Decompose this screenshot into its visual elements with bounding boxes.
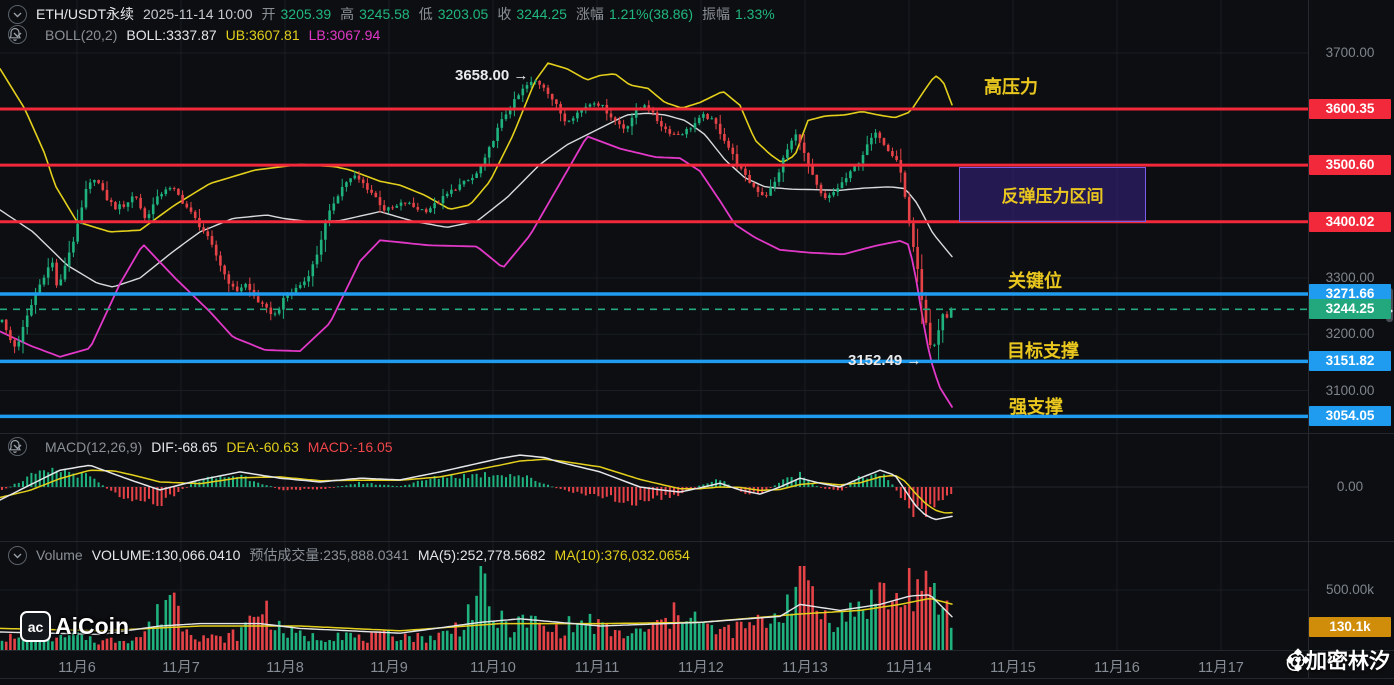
macd-header-row: MACD(12,26,9) DIF:-68.65 DEA:-60.63 MACD… <box>8 437 393 456</box>
volume-header-row: Volume VOLUME:130,066.0410 预估成交量:235,888… <box>8 545 690 565</box>
volume-tick: 500.00k <box>1325 582 1375 597</box>
volume-estimate: 预估成交量:235,888.0341 <box>249 547 409 563</box>
date-label: 11月16 <box>1094 660 1140 676</box>
ohlc-low: 低 3203.05 <box>418 6 489 22</box>
boll-ub-value: UB:3607.81 <box>225 26 300 43</box>
boll-name[interactable]: BOLL(20,2) <box>45 27 117 43</box>
boll-lb-value: LB:3067.94 <box>308 26 381 43</box>
date-label: 11月15 <box>990 660 1036 676</box>
strong-support-label: 强支撑 <box>1009 397 1063 417</box>
macd-zero-tick: 0.00 <box>1336 479 1364 494</box>
date-label: 11月8 <box>266 660 304 676</box>
rebound-zone-label: 反弹压力区间 <box>1001 187 1104 206</box>
diamond-logo-icon <box>1285 648 1310 672</box>
price-tick: 3700.00 <box>1325 45 1375 60</box>
ohlc-high: 高 3245.58 <box>340 6 410 22</box>
resistance-price-label: 3400.02 <box>1309 211 1391 232</box>
target-support-label: 目标支撑 <box>1007 341 1079 361</box>
price-tick: 3100.00 <box>1325 382 1375 398</box>
macd-dea-value: DEA:-60.63 <box>226 438 299 455</box>
macd-dif-value: DIF:-68.65 <box>151 438 218 455</box>
volume-ma5: MA(5):252,778.5682 <box>417 547 546 563</box>
volume-name[interactable]: Volume <box>36 547 83 563</box>
macd-hist-value: MACD:-16.05 <box>307 438 393 455</box>
aicoin-logo-icon: ac <box>20 611 51 642</box>
date-label: 11月6 <box>58 660 96 676</box>
date-label: 11月13 <box>782 660 828 676</box>
collapse-chevron-icon[interactable] <box>8 545 27 565</box>
time-axis[interactable]: 11月6 11月7 11月8 11月9 11月10 11月11 11月12 11月13 11月1… <box>0 650 1308 678</box>
date-label: 11月9 <box>370 660 408 676</box>
amplitude: 振幅 1.33% <box>702 6 775 22</box>
candle-datetime: 2025-11-14 10:00 <box>143 6 253 22</box>
author-watermark: @加密林汐 <box>1286 645 1390 675</box>
high-pressure-label: 高压力 <box>984 77 1038 97</box>
panel-divider <box>0 433 1394 434</box>
price-tick: 3200.00 <box>1325 326 1375 342</box>
support-price-label: 3151.82 <box>1309 351 1391 372</box>
date-label: 11月10 <box>470 660 516 676</box>
date-label: 11月17 <box>1198 660 1244 676</box>
resistance-price-label: 3600.35 <box>1309 99 1391 120</box>
last-volume-label: 130.1k <box>1309 617 1391 638</box>
ohlc-open: 开 3205.39 <box>261 6 332 22</box>
aicoin-watermark: ac AiCoin <box>20 611 129 642</box>
boll-mid-value: BOLL:3337.87 <box>126 26 217 43</box>
date-label: 11月11 <box>574 660 620 676</box>
ohlc-close: 收 3244.25 <box>497 6 567 22</box>
date-label: 11月12 <box>678 660 724 676</box>
aicoin-logo-text: AiCoin <box>55 613 130 639</box>
support-price-label: 3054.05 <box>1309 406 1391 427</box>
price-axis[interactable]: 3700.00 3300.00 3200.00 3100.00 3600.35 3500.… <box>1308 0 1394 678</box>
change-pct: 涨幅 1.21%(38.86) <box>575 6 693 22</box>
rebound-zone-box: 反弹压力区间 <box>959 167 1146 222</box>
volume-ma10: MA(10):376,032.0654 <box>554 547 690 563</box>
symbol-header-row: ETH/USDT永续 2025-11-14 10:00 开 3205.39 高 32… <box>8 4 775 24</box>
volume-value: VOLUME:130,066.0410 <box>91 547 241 563</box>
trading-chart-app: 反弹压力区间 ETH/USDT永续 2025-11-14 10:00 开 3205… <box>0 0 1394 685</box>
date-label: 11月7 <box>162 660 200 676</box>
main-chart-canvas[interactable] <box>0 0 1394 433</box>
symbol-name[interactable]: ETH/USDT永续 <box>36 4 134 24</box>
collapse-chevron-icon[interactable] <box>8 4 27 24</box>
macd-name[interactable]: MACD(12,26,9) <box>45 439 142 455</box>
panel-divider <box>0 541 1394 542</box>
date-label: 11月14 <box>886 660 932 676</box>
session-high-callout: 3658.00 → <box>455 67 529 84</box>
session-low-callout: 3152.49 → <box>848 352 922 369</box>
last-price-label: 3244.25 <box>1309 299 1391 320</box>
resistance-price-label: 3500.60 <box>1309 155 1391 176</box>
key-level-label: 关键位 <box>1008 271 1062 291</box>
boll-header-row: BOLL(20,2) BOLL:3337.87 UB:3607.81 LB:30… <box>8 25 380 44</box>
time-axis-scrollbar[interactable] <box>0 678 1394 685</box>
